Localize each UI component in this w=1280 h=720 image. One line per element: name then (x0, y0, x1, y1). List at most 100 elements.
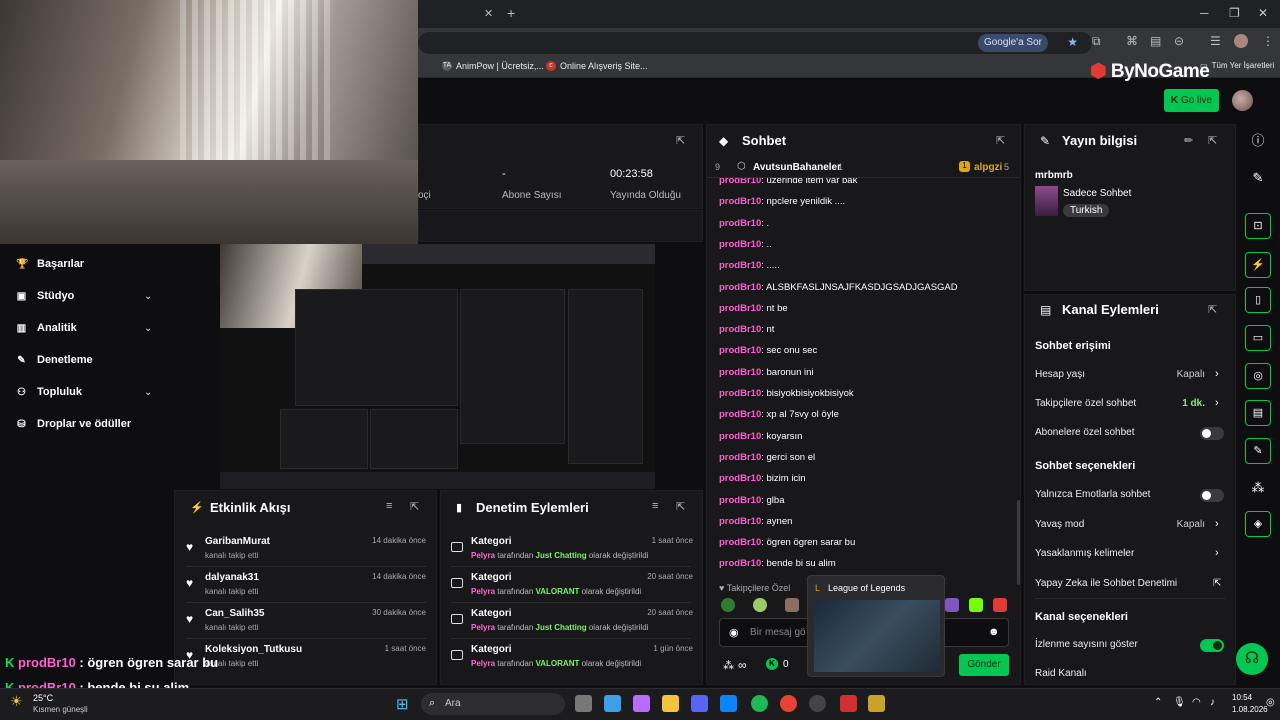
mod-action-item[interactable]: Kategori Pelyra tarafından Just Chatting … (451, 536, 693, 566)
emote[interactable] (721, 598, 735, 612)
mod-action-user[interactable]: Pelyra (471, 659, 495, 668)
pinned-user[interactable]: AvutsunBahaneler (753, 162, 841, 173)
popout-icon[interactable]: ⇱ (1208, 303, 1217, 316)
restore-icon[interactable]: ❐ (1229, 6, 1240, 20)
bookmark-online-shop[interactable]: c Online Alışveriş Site... (546, 61, 648, 71)
link-icon[interactable]: ⊝ (1174, 34, 1184, 48)
translate-icon[interactable]: ⌘ (1126, 34, 1138, 48)
stream-preview[interactable] (220, 244, 655, 489)
outlook-icon[interactable] (604, 695, 621, 712)
chevron-right-icon[interactable]: › (1215, 368, 1219, 380)
pinned-right-user[interactable]: alpgzi (974, 162, 1002, 173)
chrome-icon[interactable] (780, 695, 797, 712)
event-item[interactable]: ♥ dalyanak31 kanalı takip etti 14 dakika ön… (186, 572, 436, 602)
google-ask-button[interactable]: Google'a Sor (977, 34, 1048, 52)
taskbar-search[interactable]: ⌕ Ara (421, 693, 565, 715)
copilot-icon[interactable] (633, 695, 650, 712)
chevron-down-icon[interactable]: ⌄ (144, 387, 152, 398)
popout-icon[interactable]: ⇱ (410, 500, 419, 513)
chat-username[interactable]: prodBr10 (719, 558, 761, 569)
new-tab-icon[interactable]: + (507, 5, 515, 21)
chevron-right-icon[interactable]: › (1215, 547, 1219, 559)
mod-action-item[interactable]: Kategori Pelyra tarafından VALORANT olara… (451, 644, 693, 674)
nav-item[interactable]: ✎ Denetleme (16, 354, 92, 366)
teams-icon[interactable] (691, 695, 708, 712)
lightning-icon[interactable]: ⚡ (1245, 252, 1271, 278)
layers-icon[interactable]: ▤ (1245, 400, 1271, 426)
pencil-icon[interactable]: ✎ (1245, 166, 1271, 190)
volume-icon[interactable]: ♪ (1210, 697, 1215, 708)
chat-username[interactable]: prodBr10 (719, 282, 761, 293)
nav-item[interactable]: ▣ Stüdyo (16, 290, 75, 302)
chat-username[interactable]: prodBr10 (719, 196, 761, 207)
nav-item[interactable]: ▥ Analitik (16, 322, 77, 334)
emoji-icon[interactable]: ☻ (988, 626, 1000, 638)
cast-icon[interactable]: ▤ (1150, 34, 1161, 48)
notification-icon[interactable]: ◎ (1266, 697, 1275, 708)
gift-icon[interactable]: ◈ (1245, 511, 1271, 537)
setting-toggle[interactable] (1200, 639, 1224, 652)
chevron-right-icon[interactable]: › (1215, 518, 1219, 530)
emote[interactable] (785, 598, 799, 612)
chevron-down-icon[interactable]: ⌄ (144, 291, 152, 302)
chat-username[interactable]: prodBr10 (719, 452, 761, 463)
chat-username[interactable]: prodBr10 (719, 260, 761, 271)
popout-icon[interactable]: ⇱ (676, 500, 685, 513)
nav-item[interactable]: ⛁ Droplar ve ödüller (16, 418, 131, 430)
stream-category[interactable]: Sadece Sohbet (1063, 188, 1131, 199)
wrench-icon[interactable]: ✎ (1245, 438, 1271, 464)
star-icon[interactable]: ★ (1067, 35, 1078, 49)
close-tab-icon[interactable]: ✕ (484, 7, 493, 20)
minimize-icon[interactable]: ─ (1200, 6, 1209, 20)
explorer-icon[interactable] (662, 695, 679, 712)
chat-username[interactable]: prodBr10 (719, 303, 761, 314)
mod-action-item[interactable]: Kategori Pelyra tarafından Just Chatting … (451, 608, 693, 638)
document-icon[interactable]: ▯ (1245, 287, 1271, 313)
chat-username[interactable]: prodBr10 (719, 388, 761, 399)
popout-icon[interactable]: ⇱ (996, 134, 1005, 147)
chat-username[interactable]: prodBr10 (719, 495, 761, 506)
chat-username[interactable]: prodBr10 (719, 473, 761, 484)
chat-bubble-icon[interactable]: ▭ (1245, 325, 1271, 351)
chevron-right-icon[interactable]: › (1215, 397, 1219, 409)
extensions-icon[interactable]: ⧉ (1092, 34, 1101, 49)
edit-icon[interactable]: ✏ (1184, 134, 1193, 147)
stream-tag[interactable]: Turkish (1063, 204, 1110, 217)
mod-action-user[interactable]: Pelyra (471, 587, 495, 596)
chat-username[interactable]: prodBr10 (719, 345, 761, 356)
emote[interactable] (993, 598, 1007, 612)
all-bookmarks[interactable]: ▭ Tüm Yer İşaretleri (1200, 61, 1274, 70)
network-icon[interactable]: ◠ (1192, 697, 1201, 708)
chat-username[interactable]: prodBr10 (719, 367, 761, 378)
store-icon[interactable] (720, 695, 737, 712)
nav-item[interactable]: 🏆 Başarılar (16, 258, 84, 270)
mod-action-user[interactable]: Pelyra (471, 623, 495, 632)
emote[interactable] (945, 598, 959, 612)
address-bar[interactable]: Google'a Sor ★ (418, 32, 1092, 54)
dots-icon[interactable]: ⁂ (1245, 476, 1271, 500)
mic-icon[interactable]: 🎙 (1173, 697, 1186, 708)
league-icon[interactable] (868, 695, 885, 712)
mod-action-user[interactable]: Pelyra (471, 551, 495, 560)
mod-action-item[interactable]: Kategori Pelyra tarafından VALORANT olara… (451, 572, 693, 602)
chat-scrollbar[interactable] (1017, 500, 1020, 585)
chat-username[interactable]: prodBr10 (719, 409, 761, 420)
bynogame-logo[interactable]: ⬢ ByNoGame (1090, 60, 1210, 83)
broadcast-icon[interactable]: ◎ (1245, 363, 1271, 389)
bookmark-animpow[interactable]: TA AnimPow | Ücretsiz,... (442, 61, 544, 71)
support-icon[interactable]: ☊ (1236, 643, 1268, 675)
task-view-icon[interactable] (575, 695, 592, 712)
chat-username[interactable]: prodBr10 (719, 537, 761, 548)
event-item[interactable]: ♥ GaribanMurat kanalı takip etti 14 dakika … (186, 536, 436, 566)
event-item[interactable]: ♥ Koleksiyon_Tutkusu kanalı takip etti 1 sa… (186, 644, 436, 674)
points-icon[interactable]: ⁂ (723, 659, 734, 672)
info-icon[interactable]: ⓘ (1245, 129, 1271, 153)
go-live-button[interactable]: K Go live (1164, 89, 1219, 112)
user-avatar[interactable] (1232, 90, 1253, 111)
filter-icon[interactable]: ≡ (652, 500, 658, 512)
chat-username[interactable]: prodBr10 (719, 218, 761, 229)
app-icon[interactable] (840, 695, 857, 712)
menu-list-icon[interactable]: ☰ (1210, 34, 1221, 48)
chat-username[interactable]: prodBr10 (719, 431, 761, 442)
tray-chevron-icon[interactable]: ⌃ (1154, 697, 1162, 708)
